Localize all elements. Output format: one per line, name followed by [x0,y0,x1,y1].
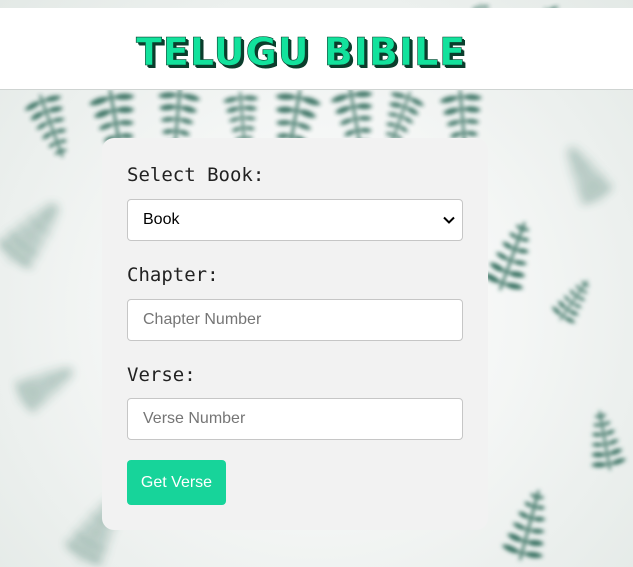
chapter-label: Chapter: [127,264,219,286]
header: TELUGU BIBILE [0,8,633,90]
verse-form: Select Book: Book Chapter: Chapter Numbe… [102,138,488,530]
verse-input[interactable]: Verse Number [127,398,463,440]
book-label: Select Book: [127,164,265,186]
page-title: TELUGU BIBILE [136,30,467,75]
verse-label: Verse: [127,364,196,386]
chapter-input[interactable]: Chapter Number [127,299,463,341]
chapter-placeholder: Chapter Number [143,311,262,328]
verse-placeholder: Verse Number [143,410,246,427]
get-verse-button[interactable]: Get Verse [127,460,226,505]
chevron-down-icon [443,216,455,224]
book-select-value: Book [143,211,180,228]
book-select[interactable]: Book [127,199,463,241]
